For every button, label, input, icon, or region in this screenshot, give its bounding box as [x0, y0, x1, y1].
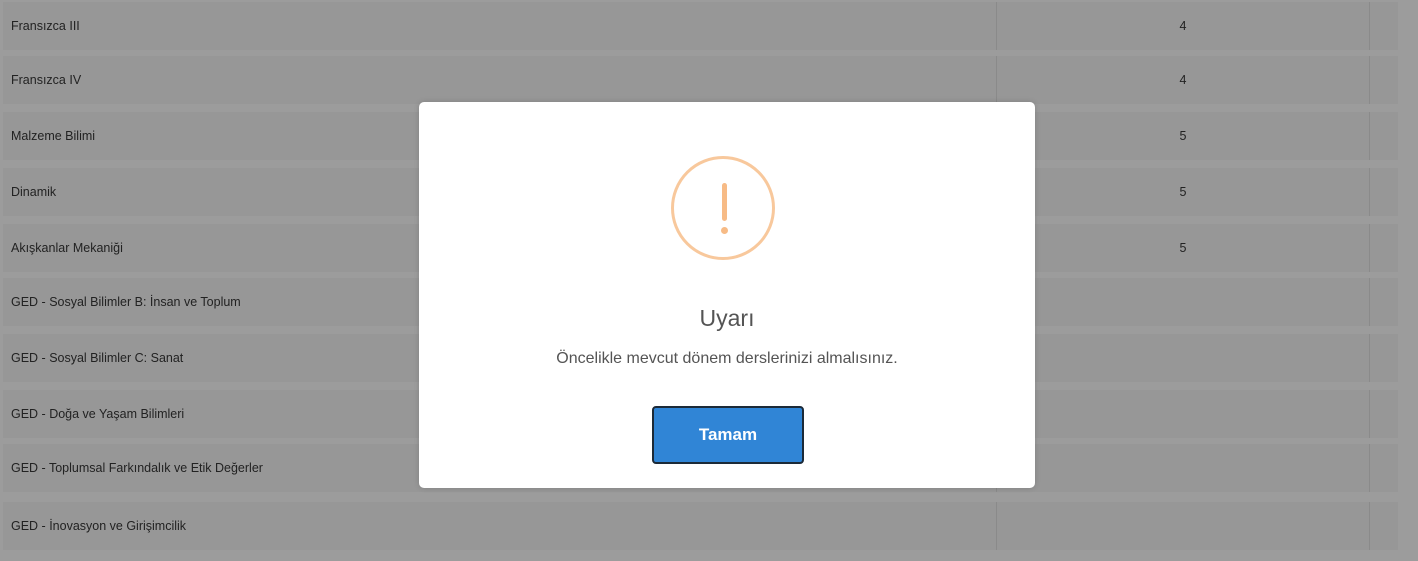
exclamation-dot	[721, 227, 728, 234]
dialog-title: Uyarı	[699, 305, 755, 331]
warning-dialog: Uyarı Öncelikle mevcut dönem dersleriniz…	[419, 102, 1035, 488]
exclamation-bar	[722, 183, 727, 221]
modal-backdrop[interactable]: Uyarı Öncelikle mevcut dönem dersleriniz…	[0, 0, 1418, 561]
dialog-message: Öncelikle mevcut dönem derslerinizi alma…	[556, 350, 898, 367]
confirm-button[interactable]: Tamam	[652, 406, 804, 464]
warning-exclamation-icon	[671, 156, 775, 260]
